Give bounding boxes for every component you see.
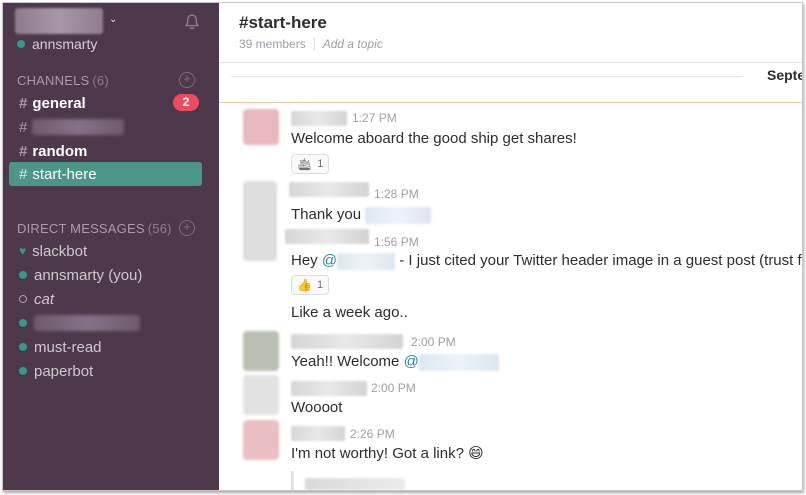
- current-username: annsmarty: [32, 36, 98, 52]
- member-count[interactable]: 39 members: [239, 37, 306, 51]
- presence-online-icon: [19, 343, 27, 351]
- dm-label: annsmarty (you): [34, 266, 143, 284]
- team-header[interactable]: ⌄ annsmarty: [3, 3, 219, 63]
- author-name-redacted[interactable]: [291, 111, 347, 126]
- channel-meta: 39 members Add a topic: [239, 37, 383, 51]
- bell-icon[interactable]: [183, 13, 201, 31]
- channels-heading[interactable]: CHANNELS (6): [17, 73, 109, 88]
- day-divider-label: Septe: [763, 67, 802, 83]
- message-text: Welcome aboard the good ship get shares!: [291, 130, 577, 147]
- add-channel-plus-icon[interactable]: +: [179, 72, 195, 88]
- channel-label-redacted: [32, 119, 125, 135]
- avatar[interactable]: [243, 375, 279, 415]
- mention-redacted[interactable]: [365, 206, 432, 224]
- dm-label: must-read: [34, 338, 102, 356]
- add-topic-link[interactable]: Add a topic: [323, 37, 383, 51]
- reaction-ship[interactable]: 🛳 1: [291, 154, 330, 174]
- chevron-down-icon[interactable]: ⌄: [109, 14, 117, 25]
- channel-title[interactable]: #start-here: [239, 13, 327, 33]
- channel-label: general: [32, 94, 86, 112]
- reaction-thumbs-up[interactable]: 👍 1: [291, 275, 330, 295]
- timestamp[interactable]: 1:28 PM: [374, 187, 419, 201]
- channel-redacted[interactable]: #: [3, 115, 219, 139]
- reaction-count: 1: [316, 279, 324, 291]
- avatar[interactable]: [243, 181, 277, 261]
- timestamp[interactable]: 1:56 PM: [374, 235, 419, 249]
- message-text-span: Yeah!! Welcome: [291, 353, 404, 370]
- presence-online-icon: [17, 40, 25, 48]
- team-name-redacted[interactable]: [15, 8, 103, 34]
- thumbs-up-emoji-icon: 👍: [297, 278, 312, 292]
- avatar[interactable]: [243, 109, 279, 145]
- message-prefix: Hey: [291, 252, 322, 269]
- author-name-redacted[interactable]: [285, 229, 369, 244]
- user-mention[interactable]: @: [404, 353, 419, 370]
- presence-online-icon: [19, 367, 27, 375]
- dm-label: slackbot: [32, 242, 88, 260]
- dm-cat[interactable]: cat: [3, 287, 219, 311]
- message-text: Like a week ago..: [291, 304, 408, 321]
- presence-online-icon: [19, 319, 27, 327]
- dm-label: paperbot: [34, 362, 94, 380]
- dm-paperbot[interactable]: paperbot: [3, 359, 219, 383]
- add-dm-plus-icon[interactable]: +: [179, 220, 195, 236]
- dm-must-read[interactable]: must-read: [3, 335, 219, 359]
- current-user-status[interactable]: annsmarty: [17, 36, 97, 52]
- dm-self[interactable]: annsmarty (you): [3, 263, 219, 287]
- presence-away-icon: [19, 295, 27, 303]
- presence-online-icon: [19, 271, 27, 279]
- message-pane: #start-here 39 members Add a topic Septe…: [219, 3, 802, 490]
- message-text: Yeah!! Welcome @: [291, 353, 499, 371]
- slack-window: ⌄ annsmarty CHANNELS (6) + # general 2 # …: [2, 2, 803, 491]
- user-mention[interactable]: @: [322, 252, 337, 269]
- timestamp[interactable]: 2:00 PM: [371, 381, 416, 395]
- channel-general[interactable]: # general 2: [3, 91, 219, 115]
- message-text: Thank you: [291, 206, 432, 224]
- divider: [313, 38, 315, 50]
- author-name-redacted[interactable]: [291, 381, 367, 396]
- attachment-redacted[interactable]: [305, 478, 405, 490]
- hash-icon: #: [19, 165, 28, 183]
- channel-random[interactable]: # random: [3, 139, 219, 163]
- reaction-count: 1: [317, 158, 324, 170]
- message-text-span: Thank you: [291, 206, 362, 223]
- dm-slackbot[interactable]: ♥ slackbot: [3, 239, 219, 263]
- avatar[interactable]: [243, 331, 279, 371]
- message-text: Woooot: [291, 399, 343, 416]
- channel-label: random: [32, 142, 88, 160]
- message-suffix: - I just cited your Twitter header image…: [395, 252, 803, 269]
- ship-emoji-icon: 🛳: [297, 157, 313, 171]
- author-name-redacted[interactable]: [291, 426, 345, 441]
- dm-redacted[interactable]: [3, 311, 219, 335]
- direct-messages-heading[interactable]: DIRECT MESSAGES (56): [17, 221, 172, 236]
- message-text: Hey @ - I just cited your Twitter header…: [291, 252, 803, 270]
- channel-header: #start-here 39 members Add a topic: [219, 3, 802, 63]
- timestamp[interactable]: 1:27 PM: [352, 111, 397, 125]
- heart-icon: ♥: [19, 244, 27, 258]
- hash-icon: #: [19, 142, 28, 160]
- hash-icon: #: [19, 118, 28, 136]
- channel-label: start-here: [32, 165, 97, 183]
- day-divider-line: [231, 76, 742, 77]
- sidebar: ⌄ annsmarty CHANNELS (6) + # general 2 # …: [3, 3, 219, 490]
- mention-redacted[interactable]: [418, 353, 499, 371]
- day-divider: Septe: [219, 63, 802, 103]
- avatar[interactable]: [243, 420, 279, 460]
- author-name-redacted[interactable]: [291, 334, 403, 349]
- mention-redacted[interactable]: [337, 252, 396, 270]
- author-name-redacted[interactable]: [289, 182, 369, 197]
- message-text: I'm not worthy! Got a link? 😄: [291, 445, 484, 462]
- timestamp[interactable]: 2:00 PM: [411, 335, 456, 349]
- attachment-quote-bar: [291, 471, 294, 490]
- dm-label: cat: [34, 290, 55, 308]
- channel-start-here[interactable]: # start-here: [9, 162, 202, 186]
- dm-label-redacted: [34, 315, 140, 331]
- hash-icon: #: [19, 94, 28, 112]
- timestamp[interactable]: 2:26 PM: [350, 427, 395, 441]
- channels-count: (6): [92, 73, 109, 88]
- unread-badge: 2: [173, 94, 199, 111]
- dm-count: (56): [147, 221, 172, 236]
- dm-heading-label: DIRECT MESSAGES: [17, 221, 145, 236]
- channels-heading-label: CHANNELS: [17, 73, 90, 88]
